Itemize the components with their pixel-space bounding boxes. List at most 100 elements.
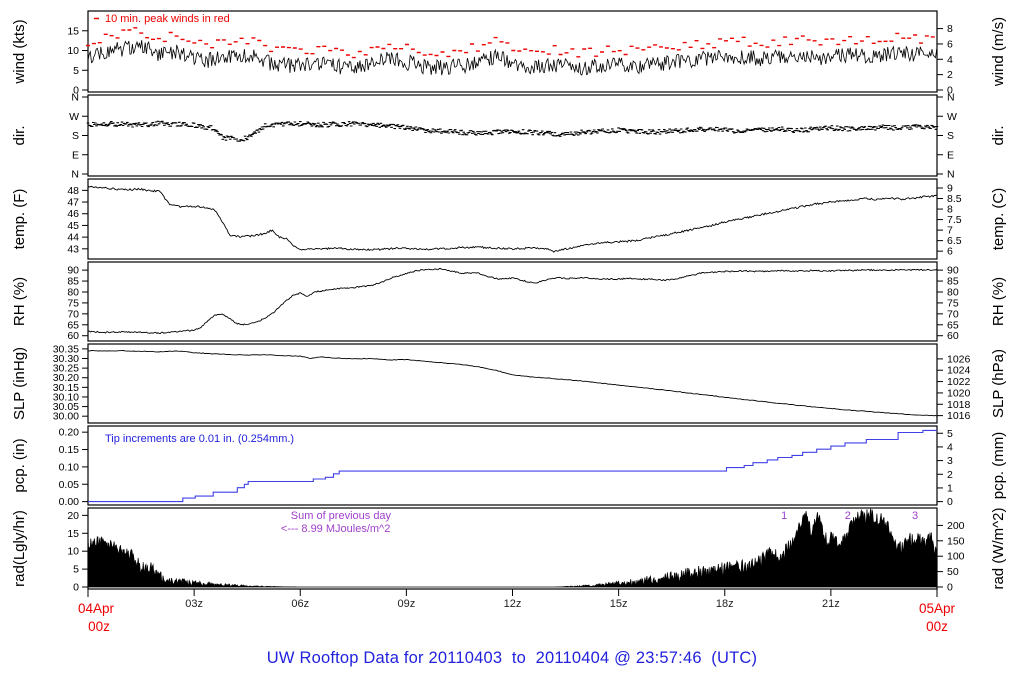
rad-ytick-right-label: 100	[947, 551, 965, 563]
pcp-ytick-right-label: 2	[947, 469, 953, 481]
rh-ytick-right-label: 60	[947, 330, 959, 342]
rad-ytick-right-label: 200	[947, 520, 965, 532]
rh-panel	[87, 261, 938, 342]
dir-ytick-left-label: N	[71, 92, 79, 104]
temp-ytick-left-label: 48	[67, 185, 79, 197]
pcp-axis-label-right: pcp. (mm)	[990, 432, 1007, 500]
pcp-ytick-right-label: 5	[947, 428, 953, 440]
dir-ytick-left-label: N	[71, 169, 79, 181]
rad-ytick-right-label: 0	[947, 582, 953, 594]
wind-ytick-left-label: 5	[73, 65, 79, 77]
pcp-ytick-right-label: 3	[947, 455, 953, 467]
temp-ytick-right-label: 6	[947, 246, 953, 258]
slp-ytick-right-label: 1016	[947, 410, 971, 422]
rad-series-radiation	[87, 508, 938, 588]
rh-ytick-right-label: 65	[947, 319, 959, 331]
wind-axis-label-left: wind (kts)	[11, 19, 28, 84]
slp-series-pressure	[88, 350, 938, 417]
meteogram: 0 5 10 15 0 2 4 6 8 wind (kts) wind (m/s) 10 min. p…	[0, 0, 1024, 700]
temp-axis-label-left: temp. (F)	[11, 189, 28, 250]
rh-ytick-left-label: 70	[67, 308, 79, 320]
pcp-ytick-right-label: 1	[947, 482, 953, 494]
temp-ytick-left-label: 43	[67, 243, 79, 255]
dir-ytick-left-label: S	[72, 130, 79, 142]
end-date-label: 05Apr	[919, 601, 956, 616]
temp-ytick-right-label: 9	[947, 183, 953, 195]
rh-ytick-left-label: 65	[67, 319, 79, 331]
slp-ytick-right-label: 1018	[947, 399, 971, 411]
slp-panel	[87, 343, 938, 424]
x-tick-label: 12z	[504, 598, 522, 610]
rh-ytick-left-label: 80	[67, 286, 79, 298]
rh-ytick-left-label: 85	[67, 276, 79, 288]
wind-ytick-right-label: 6	[947, 38, 953, 50]
legend-peak-winds: 10 min. peak winds in red	[105, 13, 230, 25]
rh-ytick-left-label: 90	[67, 265, 79, 277]
x-tick-label: 06z	[291, 598, 309, 610]
pcp-ytick-left-label: 0.15	[59, 444, 80, 456]
rh-ytick-right-label: 90	[947, 265, 959, 277]
wind-axis-label-right: wind (m/s)	[990, 17, 1007, 87]
slp-axis-label-right: SLP (hPa)	[990, 349, 1007, 418]
rad-ytick-right-label: 150	[947, 535, 965, 547]
rad-axis-label-left: rad(Lgly/hr)	[11, 510, 28, 587]
temp-series-temperature	[87, 185, 937, 253]
temp-ytick-left-label: 44	[67, 232, 79, 244]
dir-ytick-left-label: E	[72, 149, 79, 161]
rad-ytick-left-label: 10	[67, 546, 79, 558]
dir-ytick-right-label: N	[947, 92, 955, 104]
dir-ytick-right-label: S	[947, 130, 954, 142]
rh-ytick-right-label: 75	[947, 297, 959, 309]
temp-ytick-left-label: 45	[67, 220, 79, 232]
temp-ytick-left-label: 47	[67, 197, 79, 209]
pcp-ytick-left-label: 0.10	[59, 461, 80, 473]
rh-ytick-right-label: 70	[947, 308, 959, 320]
rad-ytick-left-label: 0	[73, 582, 79, 594]
radiation-event-marker-2: 2	[845, 510, 851, 522]
dir-ytick-right-label: E	[947, 149, 954, 161]
wind-ytick-left-label: 10	[67, 45, 79, 57]
temp-axis-label-right: temp. (C)	[990, 188, 1007, 251]
pcp-ytick-right-label: 4	[947, 441, 953, 453]
temp-ytick-right-label: 7.5	[947, 214, 962, 226]
rad-ytick-left-label: 5	[73, 564, 79, 576]
dir-ytick-left-label: W	[69, 111, 79, 123]
rad-axis-label-right: rad (W/m^2)	[990, 507, 1007, 589]
dir-panel	[87, 94, 938, 177]
start-date-label: 04Apr	[78, 601, 115, 616]
x-tick-label: 03z	[185, 598, 203, 610]
rh-series-humidity	[87, 268, 937, 334]
wind-ytick-left-label: 15	[67, 25, 79, 37]
temp-panel	[87, 178, 938, 260]
temp-ytick-left-label: 46	[67, 208, 79, 220]
temp-ytick-right-label: 7	[947, 225, 953, 237]
temp-ytick-right-label: 8.5	[947, 193, 962, 205]
rad-ytick-left-label: 20	[67, 510, 79, 522]
pcp-ytick-left-label: 0.00	[59, 496, 80, 508]
pcp-ytick-left-label: 0.20	[59, 427, 80, 439]
slp-ytick-right-label: 1026	[947, 353, 971, 365]
x-tick-label: 18z	[716, 598, 734, 610]
slp-ytick-right-label: 1020	[947, 387, 971, 399]
radiation-event-marker-1: 1	[781, 510, 787, 522]
pcp-axis-label-left: pcp. (in)	[11, 438, 28, 492]
pcp-ytick-right-label: 0	[947, 496, 953, 508]
rad-ytick-right-label: 50	[947, 566, 959, 578]
tip-increments-note: Tip increments are 0.01 in. (0.254mm.)	[105, 433, 294, 445]
radiation-sum-value: <--- 8.99 MJoules/m^2	[281, 523, 390, 535]
slp-axis-label-left: SLP (inHg)	[11, 347, 28, 420]
x-tick-label: 09z	[398, 598, 416, 610]
pcp-ytick-left-label: 0.05	[59, 479, 80, 491]
wind-ytick-right-label: 4	[947, 54, 953, 66]
x-tick-label: 21z	[822, 598, 840, 610]
rh-ytick-right-label: 80	[947, 286, 959, 298]
chart-canvas: 05101502468wind (kts) wind (m/s)10 min. p…	[11, 10, 1007, 634]
dir-axis-label-left: dir.	[11, 125, 28, 145]
end-hour-label: 00z	[926, 619, 948, 634]
wind-ytick-right-label: 8	[947, 23, 953, 35]
dir-ytick-right-label: N	[947, 169, 955, 181]
slp-ytick-left-label: 30.35	[53, 343, 79, 355]
rad-ytick-left-label: 15	[67, 528, 79, 540]
rh-ytick-left-label: 60	[67, 330, 79, 342]
dir-axis-label-right: dir.	[990, 125, 1007, 145]
